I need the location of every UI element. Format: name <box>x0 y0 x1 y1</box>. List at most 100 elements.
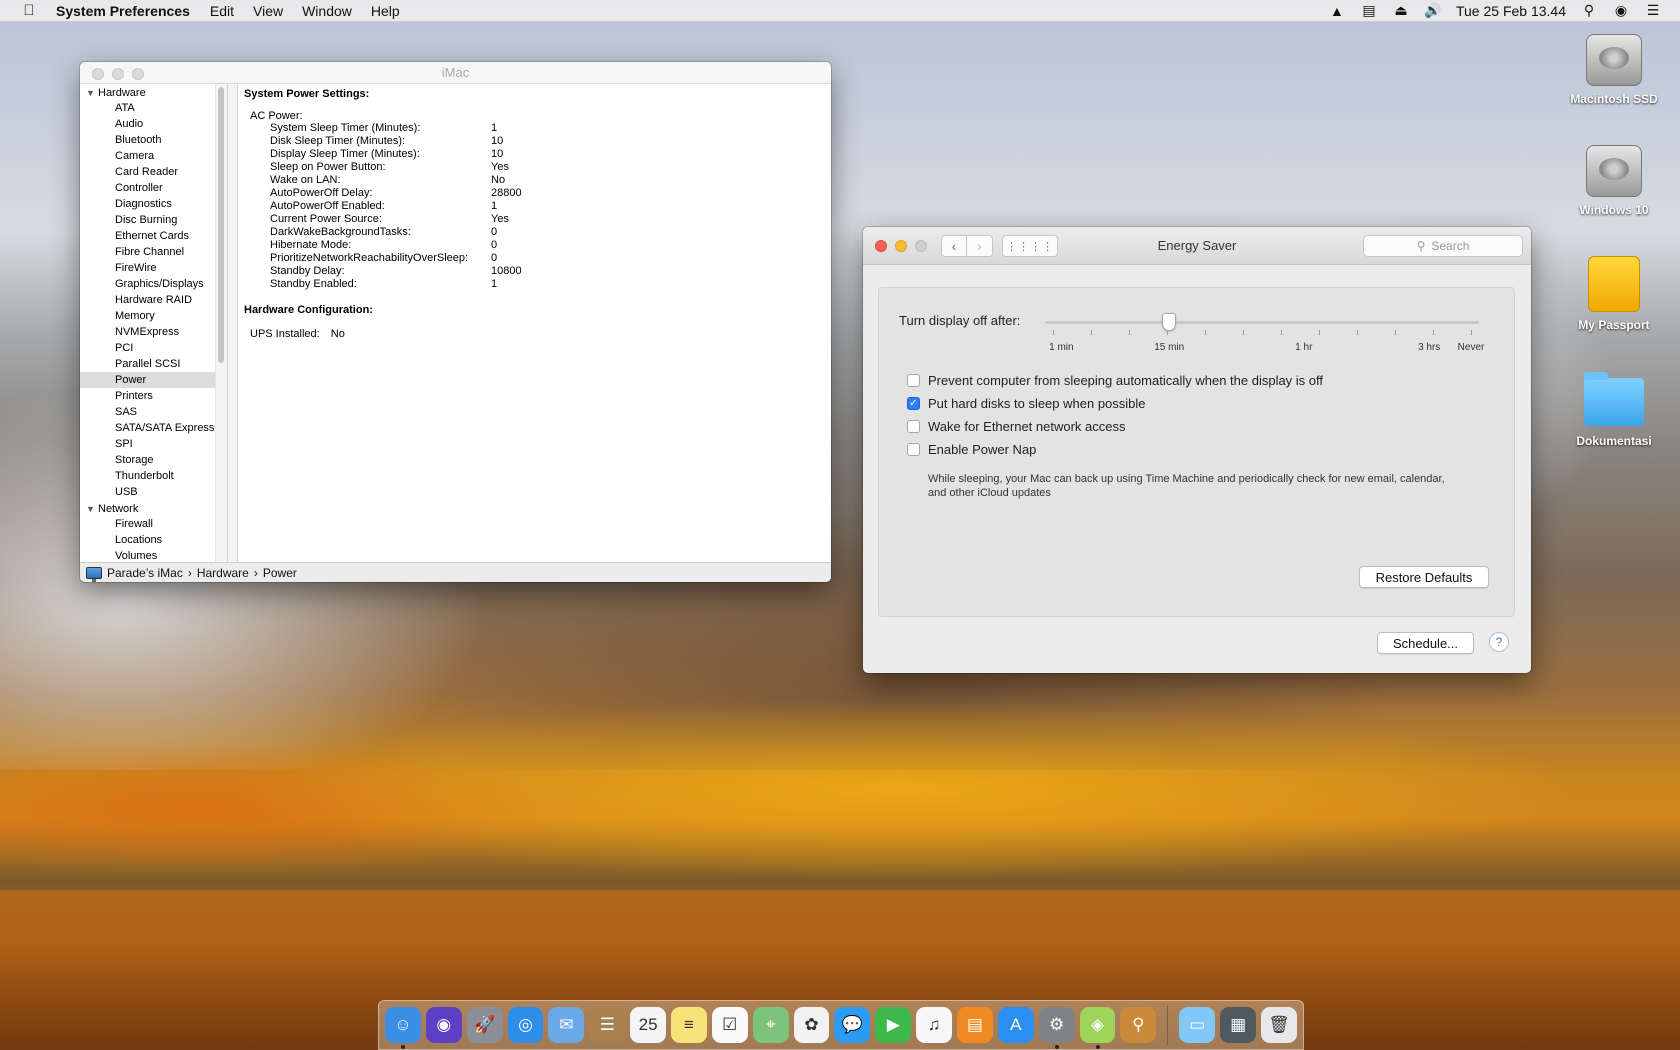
sidebar-item-bluetooth[interactable]: Bluetooth <box>80 132 227 148</box>
sidebar-item-parallel-scsi[interactable]: Parallel SCSI <box>80 356 227 372</box>
sidebar-item-audio[interactable]: Audio <box>80 116 227 132</box>
search-input[interactable]: ⚲ Search <box>1363 235 1523 257</box>
desktop-icon-macintosh-ssd[interactable]: Macintosh SSD <box>1564 34 1664 106</box>
hard-disk-sleep-checkbox[interactable]: ✓ <box>907 397 920 410</box>
hard-disk-sleep-checkbox-row[interactable]: ✓ Put hard disks to sleep when possible <box>907 396 1146 411</box>
sidebar-item-hardware-raid[interactable]: Hardware RAID <box>80 292 227 308</box>
menu-app-name[interactable]: System Preferences <box>56 3 190 19</box>
sidebar-item-thunderbolt[interactable]: Thunderbolt <box>80 468 227 484</box>
help-button[interactable]: ? <box>1489 632 1509 652</box>
system-information-icon[interactable]: ▦ <box>1220 1007 1257 1043</box>
disclosure-triangle-icon[interactable]: ▼ <box>86 86 98 100</box>
sidebar-item-volumes[interactable]: Volumes <box>80 548 227 562</box>
sidebar-item-controller[interactable]: Controller <box>80 180 227 196</box>
menu-edit[interactable]: Edit <box>210 3 234 19</box>
desktop-icon-my-passport[interactable]: My Passport <box>1564 256 1664 332</box>
siri-icon[interactable]: ◉ <box>425 1007 462 1043</box>
sidebar-scrollbar[interactable] <box>215 84 227 562</box>
wake-ethernet-checkbox[interactable] <box>907 420 920 433</box>
itunes-icon[interactable]: ♫ <box>916 1007 953 1043</box>
breadcrumb-computer[interactable]: Parade’s iMac <box>107 566 183 580</box>
facetime-icon[interactable]: ▶ <box>875 1007 912 1043</box>
airplay-icon[interactable]: ▲ <box>1328 3 1346 19</box>
siri-menu-icon[interactable]: ◉ <box>1612 2 1630 19</box>
trash-icon[interactable]: 🗑 <box>1261 1007 1297 1043</box>
window-titlebar[interactable]: iMac <box>80 62 831 84</box>
apple-icon[interactable]:  <box>18 2 40 19</box>
ibooks-icon[interactable]: ▤ <box>957 1007 993 1043</box>
zoom-button[interactable] <box>132 68 144 80</box>
folder-icon <box>1584 372 1644 426</box>
sidebar-item-firewire[interactable]: FireWire <box>80 260 227 276</box>
prevent-sleep-checkbox[interactable] <box>907 374 920 387</box>
spotlight-search-icon[interactable]: ⚲ <box>1580 2 1598 19</box>
breadcrumb-power[interactable]: Power <box>263 566 297 580</box>
prevent-sleep-checkbox-row[interactable]: Prevent computer from sleeping automatic… <box>907 373 1323 388</box>
menu-view[interactable]: View <box>253 3 283 19</box>
sidebar-item-locations[interactable]: Locations <box>80 532 227 548</box>
cube-app-icon[interactable]: ◈ <box>1079 1007 1116 1049</box>
finder-icon[interactable]: ☺ <box>385 1007 421 1049</box>
sidebar-item-memory[interactable]: Memory <box>80 308 227 324</box>
notes-icon[interactable]: ≡ <box>671 1007 707 1043</box>
menu-help[interactable]: Help <box>371 3 400 19</box>
sidebar-item-sas[interactable]: SAS <box>80 404 227 420</box>
volume-icon[interactable]: 🔊 <box>1424 2 1442 19</box>
sidebar-item-power[interactable]: Power <box>80 372 227 388</box>
power-setting-row: Sleep on Power Button: Yes <box>270 161 825 174</box>
sidebar-item-disc-burning[interactable]: Disc Burning <box>80 212 227 228</box>
desktop-icon-dokumentasi[interactable]: Dokumentasi <box>1564 372 1664 448</box>
power-nap-checkbox-row[interactable]: Enable Power Nap <box>907 442 1036 457</box>
sidebar-item-card-reader[interactable]: Card Reader <box>80 164 227 180</box>
sidebar-item-printers[interactable]: Printers <box>80 388 227 404</box>
close-button[interactable] <box>92 68 104 80</box>
sidebar-group-hardware[interactable]: ▼ Hardware <box>80 84 227 100</box>
downloads-folder-icon[interactable]: ▭ <box>1179 1007 1216 1043</box>
app-store-icon[interactable]: A <box>997 1007 1034 1043</box>
slider-knob[interactable] <box>1162 313 1177 331</box>
sidebar-item-firewall[interactable]: Firewall <box>80 516 227 532</box>
schedule-button[interactable]: Schedule... <box>1377 632 1474 654</box>
usb-utility-icon[interactable]: ⚲ <box>1120 1007 1157 1043</box>
system-preferences-icon[interactable]: ⚙ <box>1038 1007 1075 1049</box>
power-setting-row: Display Sleep Timer (Minutes): 10 <box>270 148 825 161</box>
messages-icon[interactable]: 💬 <box>834 1007 871 1043</box>
sidebar-item-camera[interactable]: Camera <box>80 148 227 164</box>
sidebar-item-nvmexpress[interactable]: NVMExpress <box>80 324 227 340</box>
display-off-slider[interactable] <box>1045 321 1479 324</box>
wake-ethernet-checkbox-row[interactable]: Wake for Ethernet network access <box>907 419 1126 434</box>
launchpad-icon[interactable]: 🚀 <box>466 1007 503 1043</box>
scrollbar-thumb[interactable] <box>218 87 224 363</box>
safari-icon[interactable]: ◎ <box>507 1007 544 1043</box>
restore-defaults-button[interactable]: Restore Defaults <box>1359 566 1489 588</box>
menu-window[interactable]: Window <box>302 3 352 19</box>
sidebar-item-fibre-channel[interactable]: Fibre Channel <box>80 244 227 260</box>
mail-icon[interactable]: ✉ <box>548 1007 585 1043</box>
desktop-icon-windows-10[interactable]: Windows 10 <box>1564 145 1664 217</box>
photos-icon[interactable]: ✿ <box>793 1007 830 1043</box>
maps-icon[interactable]: ⌖ <box>752 1007 789 1043</box>
reminders-icon[interactable]: ☑ <box>711 1007 748 1043</box>
sidebar-item-graphics-displays[interactable]: Graphics/Displays <box>80 276 227 292</box>
disclosure-triangle-icon[interactable]: ▼ <box>86 502 98 516</box>
calendar-icon[interactable]: 25 <box>630 1007 667 1043</box>
sidebar-item-sata-sata-express[interactable]: SATA/SATA Express <box>80 420 227 436</box>
clock[interactable]: Tue 25 Feb 13.44 <box>1456 3 1566 19</box>
sidebar-item-ata[interactable]: ATA <box>80 100 227 116</box>
sidebar-item-pci[interactable]: PCI <box>80 340 227 356</box>
window-titlebar[interactable]: ‹ › ⋮⋮⋮⋮ Energy Saver ⚲ Search <box>863 227 1531 265</box>
eject-icon[interactable]: ⏏ <box>1392 2 1410 19</box>
sidebar-group-network[interactable]: ▼ Network <box>80 500 227 516</box>
minimize-button[interactable] <box>112 68 124 80</box>
sidebar-item-ethernet-cards[interactable]: Ethernet Cards <box>80 228 227 244</box>
sidebar-item-diagnostics[interactable]: Diagnostics <box>80 196 227 212</box>
sidebar-item-usb[interactable]: USB <box>80 484 227 500</box>
split-divider[interactable] <box>228 84 238 562</box>
sidebar-item-storage[interactable]: Storage <box>80 452 227 468</box>
breadcrumb-hardware[interactable]: Hardware <box>197 566 249 580</box>
power-nap-checkbox[interactable] <box>907 443 920 456</box>
sidebar-item-spi[interactable]: SPI <box>80 436 227 452</box>
contacts-icon[interactable]: ☰ <box>589 1007 626 1043</box>
activity-monitor-icon[interactable]: ▤ <box>1360 2 1378 19</box>
notification-center-icon[interactable]: ☰ <box>1644 2 1662 19</box>
